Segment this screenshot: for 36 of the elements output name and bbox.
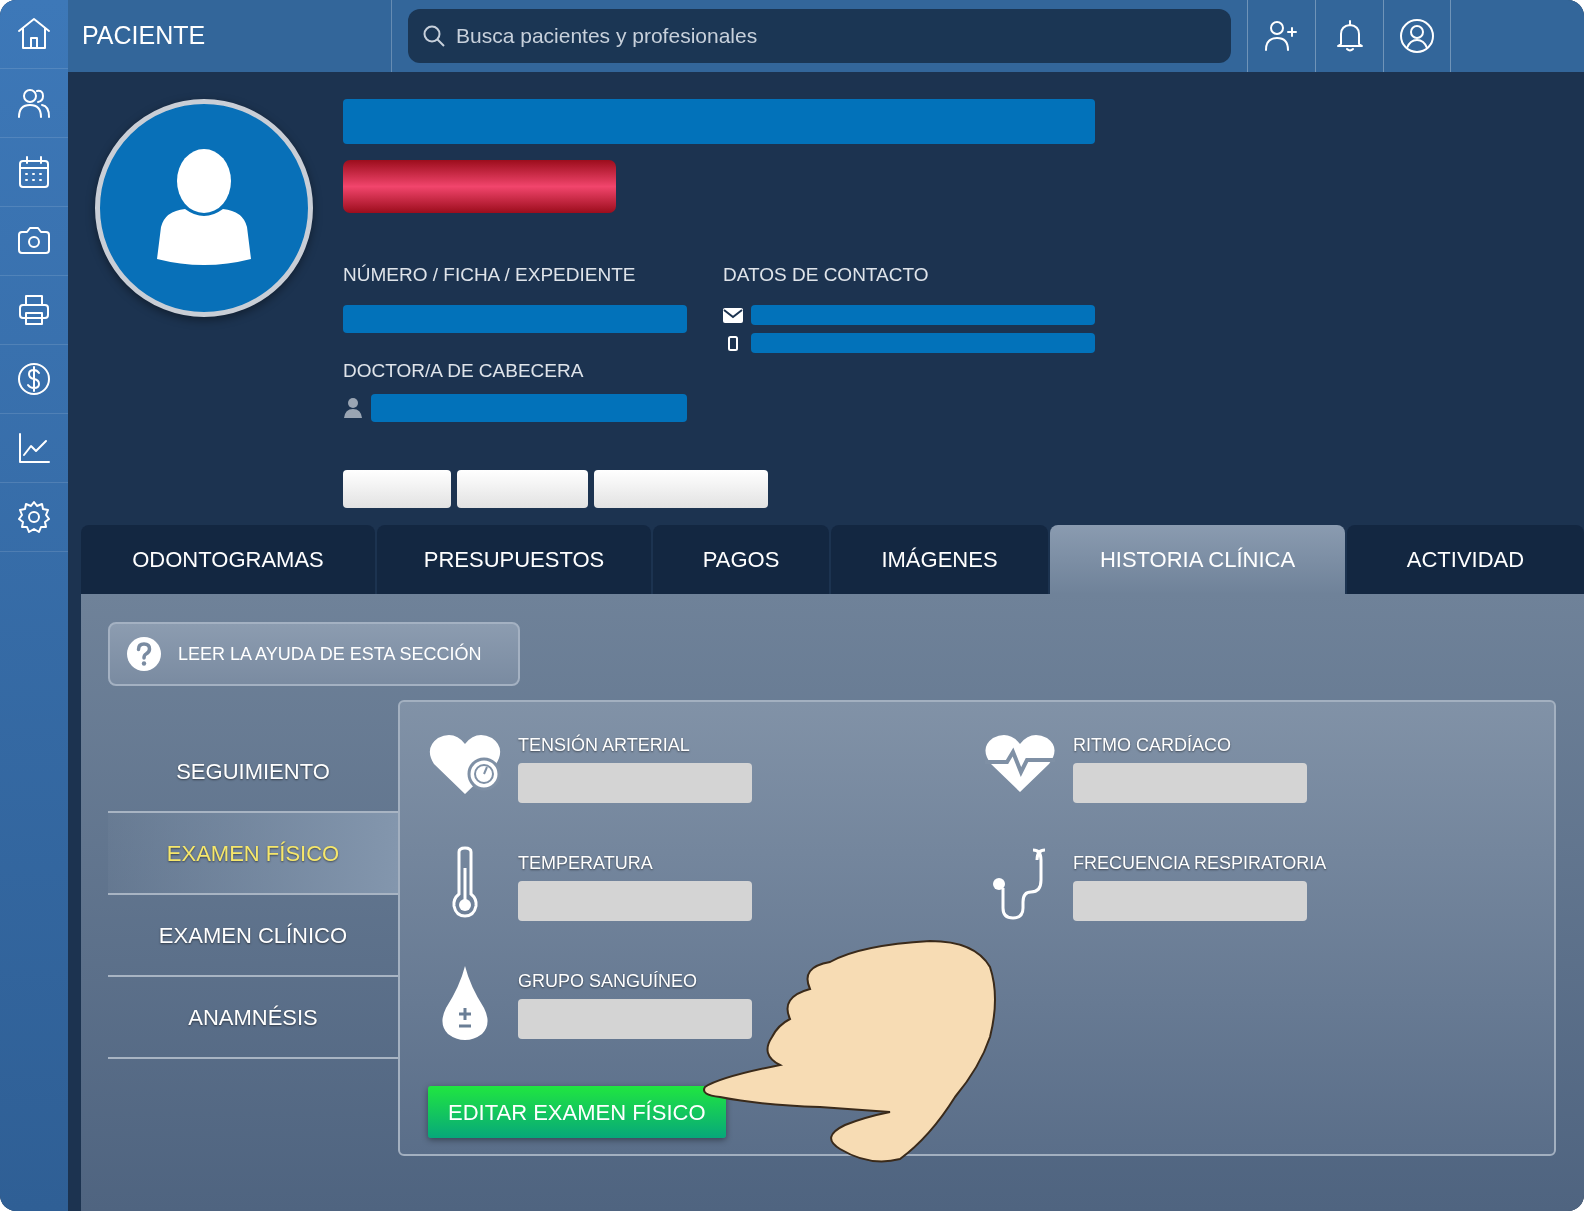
envelope-icon <box>723 307 743 323</box>
settings-icon[interactable] <box>15 498 53 536</box>
page-title: PACIENTE <box>82 20 206 52</box>
help-label: LEER LA AYUDA DE ESTA SECCIÓN <box>178 642 482 666</box>
input-field[interactable] <box>518 881 752 922</box>
tab[interactable]: HISTORIA CLÍNICA <box>1050 525 1345 595</box>
field-label: DATOS DE CONTACTO <box>723 262 930 287</box>
field-label: TENSIÓN ARTERIAL <box>518 733 691 758</box>
tab[interactable]: PAGOS <box>653 525 829 595</box>
search-icon <box>422 23 446 48</box>
input-field[interactable] <box>1073 881 1307 922</box>
help-icon <box>126 636 162 673</box>
tab[interactable]: PRESUPUESTOS <box>377 525 651 595</box>
field-label: DOCTOR/A DE CABECERA <box>343 359 585 384</box>
input-field[interactable] <box>518 763 752 804</box>
tab[interactable]: ODONTOGRAMAS <box>81 525 375 595</box>
input-field[interactable] <box>518 999 752 1040</box>
field-label: NÚMERO / FICHA / EXPEDIENTE <box>343 262 637 287</box>
blank-button[interactable] <box>594 469 768 508</box>
dollar-icon[interactable] <box>15 360 53 398</box>
blank-button[interactable] <box>457 469 588 508</box>
input-field[interactable] <box>1073 763 1307 804</box>
account-button[interactable] <box>1383 0 1451 72</box>
blank-button[interactable] <box>343 469 451 508</box>
field-label: GRUPO SANGUÍNEO <box>518 970 699 994</box>
help-button[interactable]: LEER LA AYUDA DE ESTA SECCIÓN <box>108 622 520 687</box>
account-icon <box>1398 16 1436 55</box>
field-label: TEMPERATURA <box>518 852 654 876</box>
search-input[interactable]: Busca pacientes y profesionales <box>454 19 1217 53</box>
field-label: FRECUENCIA RESPIRATORIA <box>1073 852 1327 876</box>
section-menu-item[interactable]: EXAMEN FÍSICO <box>108 813 398 896</box>
search-field[interactable]: Busca pacientes y profesionales <box>408 8 1231 63</box>
doctor-icon <box>343 396 363 419</box>
tab[interactable]: ACTIVIDAD <box>1347 525 1584 595</box>
field-label: RITMO CARDÍACO <box>1073 734 1232 758</box>
tab[interactable]: IMÁGENES <box>831 525 1048 595</box>
